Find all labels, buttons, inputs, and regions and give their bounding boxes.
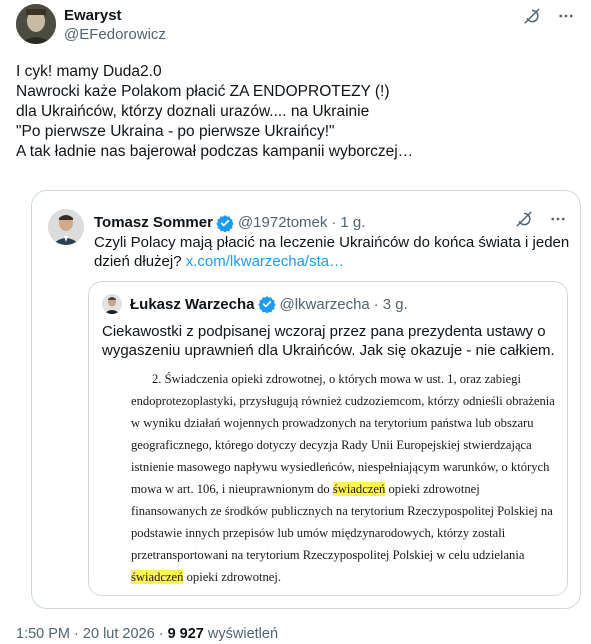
separator: · — [373, 295, 379, 313]
quote-author-name[interactable]: Tomasz Sommer — [94, 213, 213, 232]
author-avatar[interactable] — [16, 4, 56, 44]
grok-icon[interactable] — [522, 6, 542, 26]
document-text: opieki zdrowotnej. — [186, 570, 282, 584]
document-line: 2. Świadczenia opieki zdrowotnej, o któr… — [152, 372, 521, 386]
document-text: opieki zdrowotnej — [388, 482, 480, 496]
nested-quoted-tweet[interactable]: Łukasz Warzecha @lkwarzecha · 3 g. Cieka… — [88, 281, 568, 596]
tweet-text-line: Nawrocki każe Polakom płacić ZA ENDOPROT… — [16, 83, 390, 100]
post-time[interactable]: 1:50 PM — [16, 626, 70, 642]
document-line: endoprotezoplastyki, przysługują również… — [131, 394, 555, 408]
tweet-header: Ewaryst @EFedorowicz — [16, 4, 576, 48]
highlighted-word: świadczeń — [332, 482, 386, 496]
more-icon[interactable] — [556, 6, 576, 26]
quote-text-line: Czyli Polacy mają płacić na leczenie Ukr… — [94, 234, 570, 251]
more-icon[interactable] — [548, 209, 568, 229]
separator: · — [331, 214, 337, 231]
author-handle[interactable]: @EFedorowicz — [64, 25, 166, 44]
document-line: świadczeń opieki zdrowotnej. — [131, 570, 281, 585]
view-count: 9 927 — [167, 626, 204, 642]
quote-text-line: dzień dłużej? — [94, 253, 182, 270]
document-line: finansowanych ze środków publicznych na … — [131, 504, 553, 518]
post-date[interactable]: 20 lut 2026 — [83, 626, 155, 642]
inner-text-line: Ciekawostki z podpisanej wczoraj przez p… — [102, 323, 546, 340]
tweet-text-line: "Po pierwsze Ukraina - po pierwsze Ukrai… — [16, 123, 335, 140]
tweet-footer: 1:50 PM · 20 lut 2026 · 9 927 wyświetleń — [16, 625, 278, 643]
grok-icon[interactable] — [514, 209, 534, 229]
inner-author-avatar[interactable] — [102, 294, 122, 314]
document-line: przetransportowani na terytorium Rzeczyp… — [131, 548, 525, 562]
quoted-tweet[interactable]: Tomasz Sommer @1972tomek · 1 g. Czyli Po… — [31, 190, 581, 609]
verified-badge-icon — [216, 214, 234, 233]
tweet-text-line: A tak ładnie nas bajerował podczas kampa… — [16, 143, 414, 160]
document-line: istnienie masowego napływu wysiedleńców,… — [131, 460, 550, 474]
quote-text: Czyli Polacy mają płacić na leczenie Ukr… — [94, 233, 570, 271]
inner-text-line: wygaszeniu uprawnień dla Ukraińców. Jak … — [102, 342, 555, 359]
author-display-name[interactable]: Ewaryst — [64, 6, 166, 25]
document-image[interactable]: 2. Świadczenia opieki zdrowotnej, o któr… — [90, 364, 566, 594]
quote-author-handle[interactable]: @1972tomek — [238, 213, 327, 232]
quote-link[interactable]: x.com/lkwarzecha/sta… — [186, 253, 344, 270]
inner-text: Ciekawostki z podpisanej wczoraj przez p… — [102, 322, 562, 360]
document-text: mowa w art. 106, i nieuprawnionym do — [131, 482, 330, 496]
tweet-text-line: I cyk! mamy Duda2.0 — [16, 63, 162, 80]
inner-author-handle[interactable]: @lkwarzecha — [280, 296, 370, 313]
quote-time[interactable]: 1 g. — [340, 213, 365, 232]
document-line: w wyniku działań wojennych prowadzonych … — [131, 416, 534, 430]
views-label: wyświetleń — [207, 626, 279, 642]
separator: · — [158, 626, 164, 642]
separator: · — [74, 626, 79, 642]
verified-badge-icon — [257, 295, 276, 314]
inner-author-name[interactable]: Łukasz Warzecha — [130, 296, 255, 313]
document-line: mowa w art. 106, i nieuprawnionym do świ… — [131, 482, 480, 497]
highlighted-word: świadczeń — [131, 570, 184, 584]
document-line: podstawie innych przepisów lub umów międ… — [131, 526, 506, 540]
tweet-text-line: dla Ukraińców, którzy doznali urazów....… — [16, 103, 370, 120]
tweet-text: I cyk! mamy Duda2.0 Nawrocki każe Polako… — [16, 62, 576, 162]
document-line: geograficznego, którego dotyczy decyzja … — [131, 438, 532, 452]
inner-time[interactable]: 3 g. — [383, 296, 408, 313]
quote-author-avatar[interactable] — [48, 209, 84, 245]
